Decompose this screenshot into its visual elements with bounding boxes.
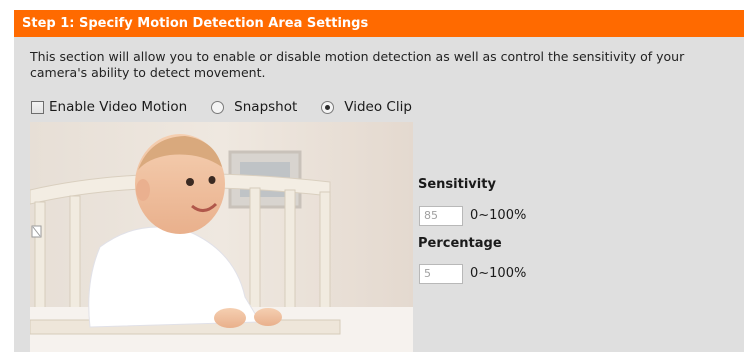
motion-detection-panel: Step 1: Specify Motion Detection Area Se… [12,10,744,352]
sensitivity-input[interactable]: 85 [419,206,463,226]
percentage-label: Percentage [418,236,502,251]
snapshot-radio[interactable] [211,100,225,114]
video-clip-label: Video Clip [344,99,412,115]
percentage-range: 0~100% [470,266,527,281]
enable-video-motion-label: Enable Video Motion [49,99,188,115]
percentage-input[interactable]: 5 [419,264,463,284]
enable-video-motion-checkbox[interactable] [31,100,44,114]
sensitivity-range: 0~100% [470,208,527,223]
snapshot-label: Snapshot [234,99,298,115]
section-header: Step 1: Specify Motion Detection Area Se… [14,10,744,37]
camera-preview-image[interactable] [30,122,413,352]
video-clip-radio[interactable] [321,100,335,114]
motion-options: Enable Video Motion Snapshot Video Clip [31,96,412,118]
section-description: This section will allow you to enable or… [30,49,685,80]
sensitivity-label: Sensitivity [418,177,496,192]
